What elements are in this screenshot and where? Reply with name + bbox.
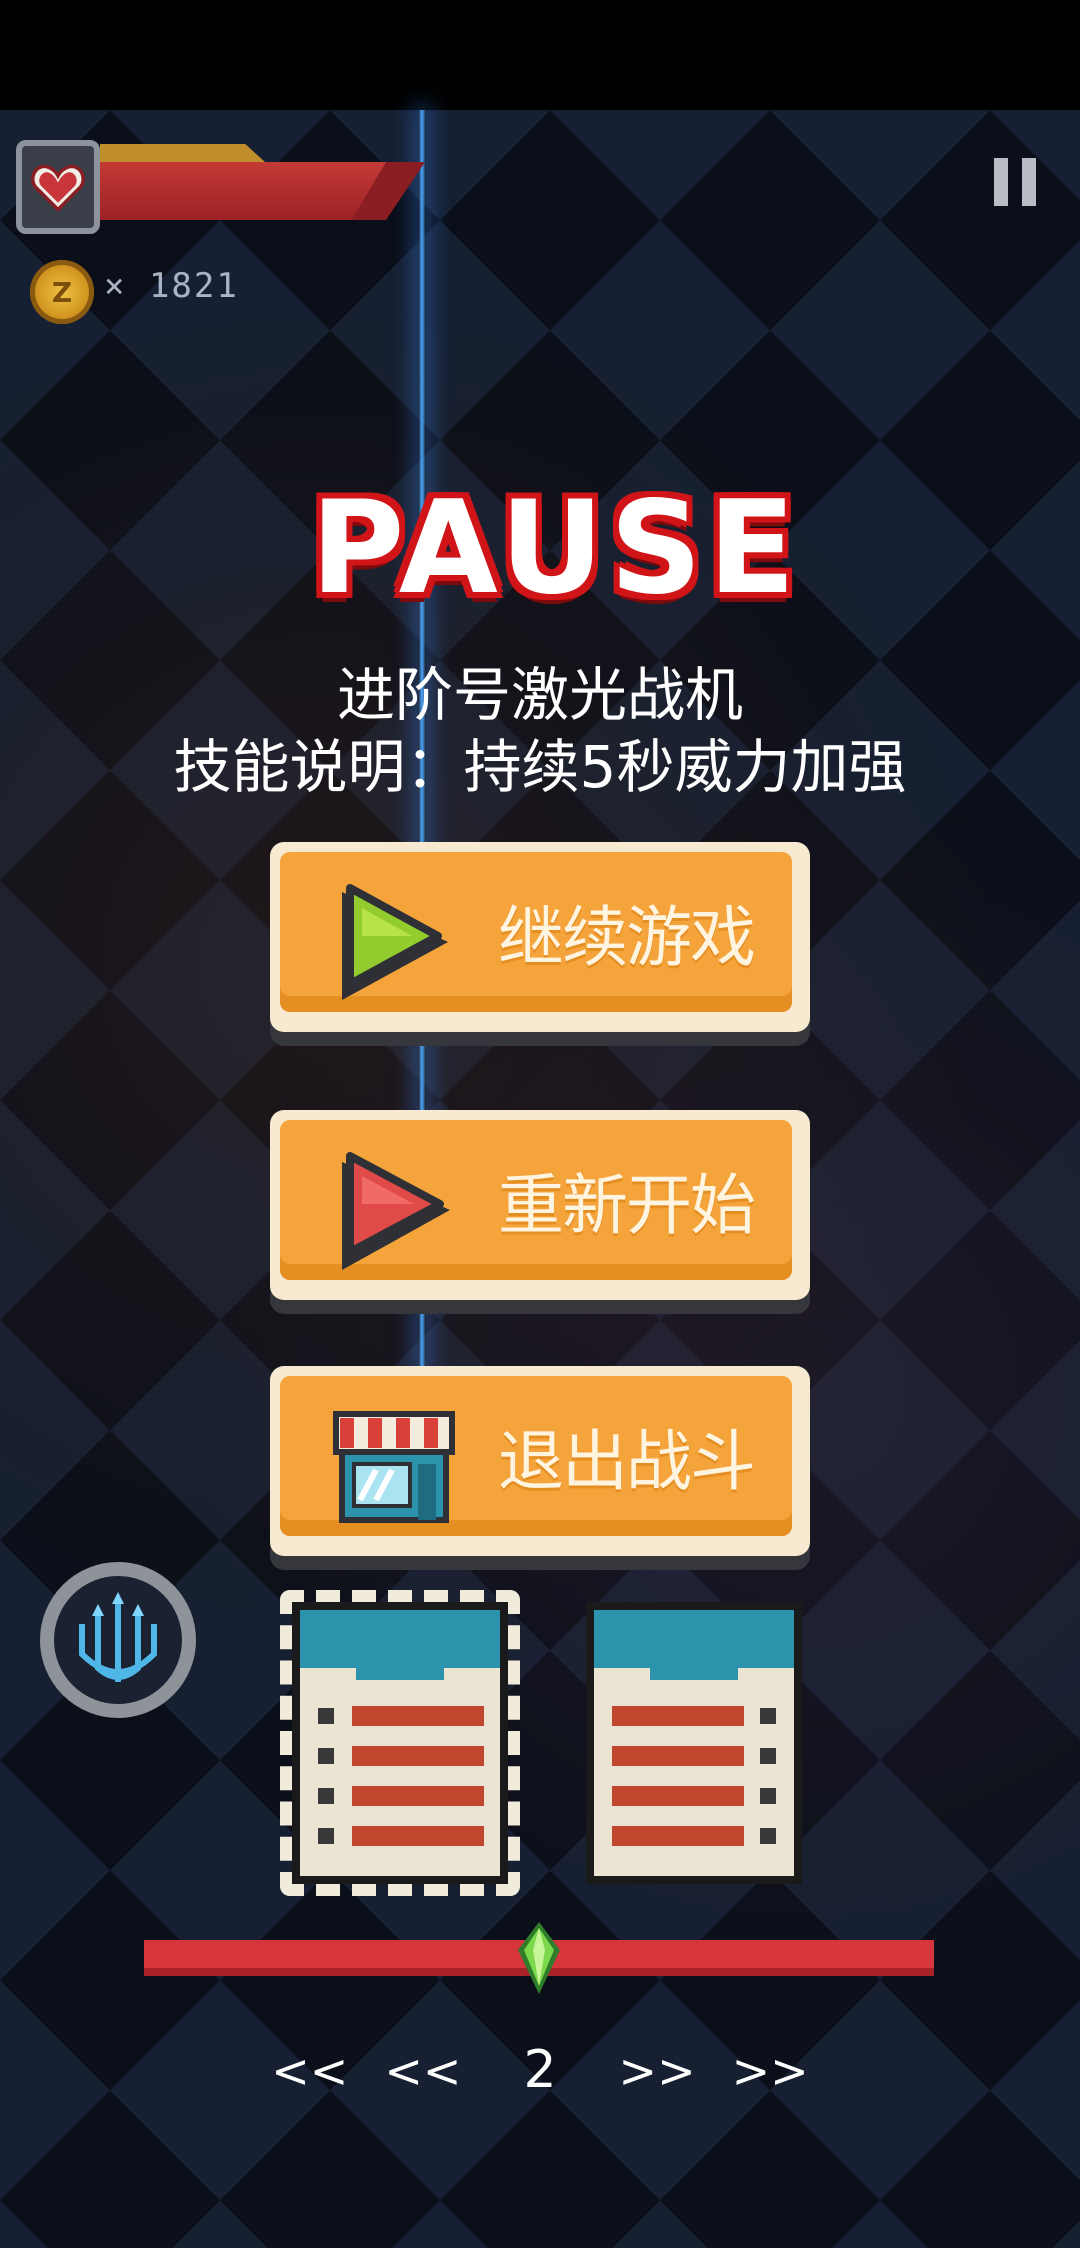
restart-play-icon	[342, 1152, 450, 1270]
list-line	[612, 1746, 744, 1766]
list-bullet	[760, 1708, 776, 1724]
coin-icon: Z	[30, 260, 94, 324]
exit-battle-button[interactable]: 退出战斗	[270, 1366, 810, 1556]
list-bullet	[318, 1748, 334, 1764]
prev-page-button[interactable]: <<	[384, 2044, 461, 2098]
next-page-button[interactable]: >>	[619, 2044, 696, 2098]
health-bar-fill	[100, 162, 386, 220]
gem-slider-thumb-icon[interactable]	[514, 1920, 564, 1996]
list-bullet	[760, 1748, 776, 1764]
coin-count: × 1821	[104, 266, 239, 306]
restart-button[interactable]: 重新开始	[270, 1110, 810, 1300]
ship-slot[interactable]	[40, 1562, 196, 1718]
page-number: 2	[523, 2040, 557, 2100]
continue-game-label: 继续游戏	[498, 899, 756, 976]
card-header	[594, 1610, 794, 1668]
list-line	[352, 1746, 484, 1766]
skill-card-1[interactable]	[300, 1610, 500, 1876]
shop-icon	[333, 1411, 455, 1523]
continue-game-button[interactable]: 继续游戏	[270, 842, 810, 1032]
health-bar-cap	[100, 144, 265, 162]
list-line	[612, 1826, 744, 1846]
card-header-tab	[356, 1668, 444, 1680]
list-bullet	[318, 1828, 334, 1844]
pause-button[interactable]	[994, 158, 1036, 206]
button-face: 退出战斗	[280, 1376, 792, 1536]
button-face: 继续游戏	[280, 852, 792, 1012]
restart-label: 重新开始	[498, 1167, 756, 1244]
list-line	[612, 1706, 744, 1726]
pause-icon-bar	[994, 158, 1008, 206]
list-bullet	[318, 1788, 334, 1804]
skill-card-2[interactable]	[594, 1610, 794, 1876]
exit-battle-label: 退出战斗	[498, 1423, 756, 1500]
skill-description: 技能说明：持续5秒威力加强	[173, 733, 907, 801]
heart-icon	[31, 164, 85, 212]
list-bullet	[760, 1788, 776, 1804]
weapon-name: 进阶号激光战机	[336, 661, 743, 729]
play-icon	[342, 884, 448, 1000]
list-line	[612, 1786, 744, 1806]
list-line	[352, 1786, 484, 1806]
status-bar-area	[0, 0, 1080, 110]
card-header	[300, 1610, 500, 1668]
last-page-button[interactable]: >>	[732, 2044, 809, 2098]
button-face: 重新开始	[280, 1120, 792, 1280]
trident-ship-icon	[79, 1592, 157, 1682]
list-line	[352, 1826, 484, 1846]
list-line	[352, 1706, 484, 1726]
list-bullet	[318, 1708, 334, 1724]
pause-icon-bar	[1022, 158, 1036, 206]
first-page-button[interactable]: <<	[271, 2044, 348, 2098]
list-bullet	[760, 1828, 776, 1844]
pause-title: PAUSE	[310, 474, 802, 623]
heart-icon-frame	[16, 140, 100, 234]
card-header-tab	[650, 1668, 738, 1680]
pager: << << 2 >> >>	[0, 2040, 1080, 2100]
